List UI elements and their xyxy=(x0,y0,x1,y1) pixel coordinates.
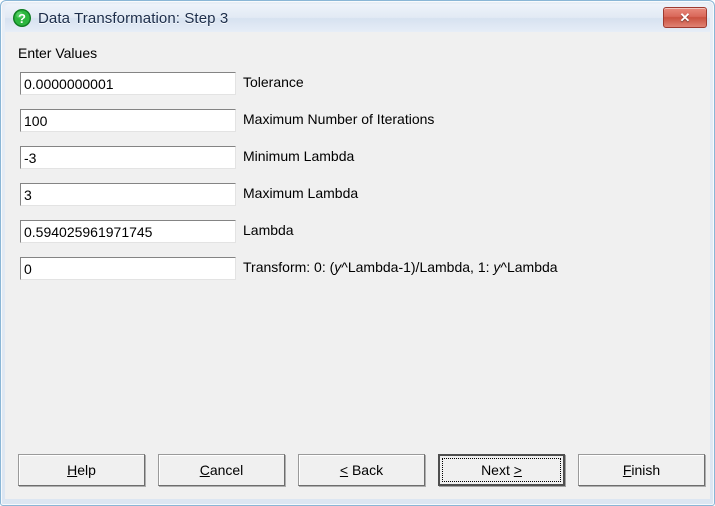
tolerance-label: Tolerance xyxy=(243,74,304,90)
minimum-lambda-label: Minimum Lambda xyxy=(243,148,355,164)
field-row-lambda: Lambda xyxy=(5,220,710,257)
maximum-lambda-input[interactable] xyxy=(20,183,236,206)
field-row-max-iterations: Maximum Number of Iterations xyxy=(5,109,710,146)
maximum-lambda-label: Maximum Lambda xyxy=(243,185,359,201)
close-button[interactable]: ✕ xyxy=(663,7,707,28)
field-list: Tolerance Maximum Number of Iterations M… xyxy=(5,72,710,294)
finish-button-label: Finish xyxy=(622,462,661,478)
help-button-label: Help xyxy=(67,462,96,478)
enter-values-label: Enter Values xyxy=(18,45,98,61)
transform-label: Transform: 0: (y^Lambda-1)/Lambda, 1: y^… xyxy=(243,259,558,275)
tolerance-input[interactable] xyxy=(20,72,236,95)
max-iterations-input[interactable] xyxy=(20,109,236,132)
lambda-label: Lambda xyxy=(243,222,294,238)
minimum-lambda-input[interactable] xyxy=(20,146,236,169)
finish-button[interactable]: Finish xyxy=(578,454,705,486)
dialog-window: ? Data Transformation: Step 3 ✕ Enter Va… xyxy=(0,0,715,506)
cancel-button[interactable]: Cancel xyxy=(158,454,285,486)
transform-input[interactable] xyxy=(20,257,236,280)
svg-text:?: ? xyxy=(18,11,26,26)
cancel-button-label: Cancel xyxy=(199,462,244,478)
field-row-maximum-lambda: Maximum Lambda xyxy=(5,183,710,220)
max-iterations-label: Maximum Number of Iterations xyxy=(243,111,435,127)
window-title: Data Transformation: Step 3 xyxy=(38,9,229,27)
back-button-label: < Back xyxy=(339,462,384,478)
field-row-tolerance: Tolerance xyxy=(5,72,710,109)
field-row-transform: Transform: 0: (y^Lambda-1)/Lambda, 1: y^… xyxy=(5,257,710,294)
next-button[interactable]: Next > xyxy=(438,454,565,486)
close-icon: ✕ xyxy=(679,10,691,25)
help-button[interactable]: Help xyxy=(18,454,145,486)
next-button-label: Next > xyxy=(481,462,522,478)
back-button[interactable]: < Back xyxy=(298,454,425,486)
field-row-minimum-lambda: Minimum Lambda xyxy=(5,146,710,183)
question-mark-icon: ? xyxy=(13,9,31,27)
lambda-input[interactable] xyxy=(20,220,236,243)
title-bar: ? Data Transformation: Step 3 ✕ xyxy=(5,4,710,32)
dialog-body: Enter Values Tolerance Maximum Number of… xyxy=(5,32,710,499)
button-bar: Help Cancel < Back Next > Finish xyxy=(5,451,710,491)
